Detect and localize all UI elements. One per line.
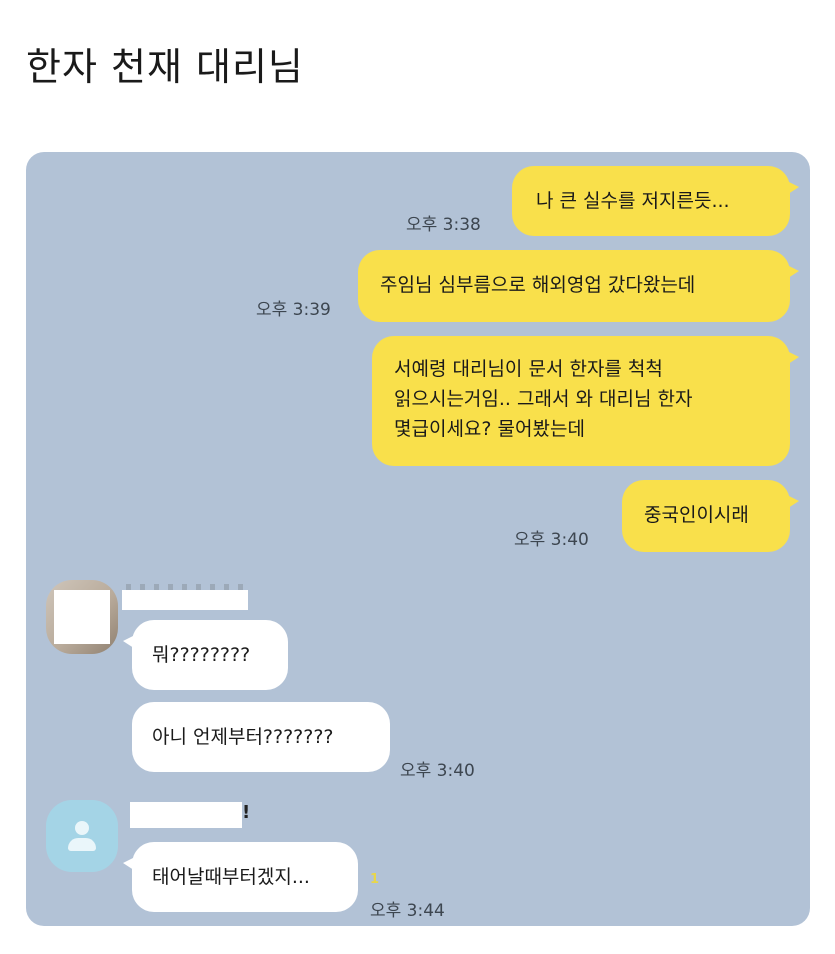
sender-avatar[interactable] [46, 580, 118, 654]
message-text-line: 읽으시는거임.. 그래서 와 대리님 한자 [394, 388, 693, 410]
received-message-bubble[interactable]: 아니 언제부터??????? [132, 702, 390, 772]
message-text-line: 몇급이세요? 물어봤는데 [394, 418, 585, 440]
my-message-bubble[interactable]: 주임님 심부름으로 해외영업 갔다왔는데 [358, 250, 799, 322]
bubble-tail [785, 180, 799, 196]
message-text: 태어날때부터겠지... [152, 866, 310, 888]
bubble-tail [123, 856, 137, 872]
message-time: 오후 3:40 [400, 761, 475, 781]
message-text: 아니 언제부터??????? [152, 726, 334, 748]
sender-name-redaction [130, 802, 242, 828]
default-profile-avatar[interactable] [46, 800, 118, 872]
message-time: 오후 3:44 [370, 901, 445, 921]
message-time: 오후 3:39 [256, 300, 331, 320]
person-icon [75, 821, 89, 835]
person-icon-body [68, 838, 96, 851]
message-text-line: 서예령 대리님이 문서 한자를 척척 [394, 358, 663, 380]
bubble-tail [123, 634, 137, 650]
chat-window: 나 큰 실수를 저지른듯... 오후 3:38 주임님 심부름으로 해외영업 갔… [26, 152, 810, 926]
bubble-tail [785, 264, 799, 280]
sender-name-suffix: ! [242, 802, 251, 823]
message-text: 주임님 심부름으로 해외영업 갔다왔는데 [380, 274, 696, 296]
my-message-bubble[interactable]: 나 큰 실수를 저지른듯... [512, 166, 799, 236]
avatar-redaction [54, 590, 110, 644]
received-message-bubble[interactable]: 뭐???????? [123, 620, 288, 690]
message-text: 중국인이시래 [644, 504, 749, 526]
bubble-tail [785, 494, 799, 510]
received-message-bubble[interactable]: 태어날때부터겠지... [123, 842, 358, 912]
sender-name-redaction [122, 590, 248, 610]
my-message-bubble[interactable]: 서예령 대리님이 문서 한자를 척척 읽으시는거임.. 그래서 와 대리님 한자… [372, 336, 799, 466]
message-time: 오후 3:38 [406, 215, 481, 235]
message-time: 오후 3:40 [514, 530, 589, 550]
post-title: 한자 천재 대리님 [26, 45, 304, 89]
unread-count: 1 [370, 872, 380, 887]
message-text: 뭐???????? [152, 644, 251, 666]
message-text: 나 큰 실수를 저지른듯... [536, 190, 730, 212]
bubble-tail [785, 350, 799, 366]
my-message-bubble[interactable]: 중국인이시래 [622, 480, 799, 552]
